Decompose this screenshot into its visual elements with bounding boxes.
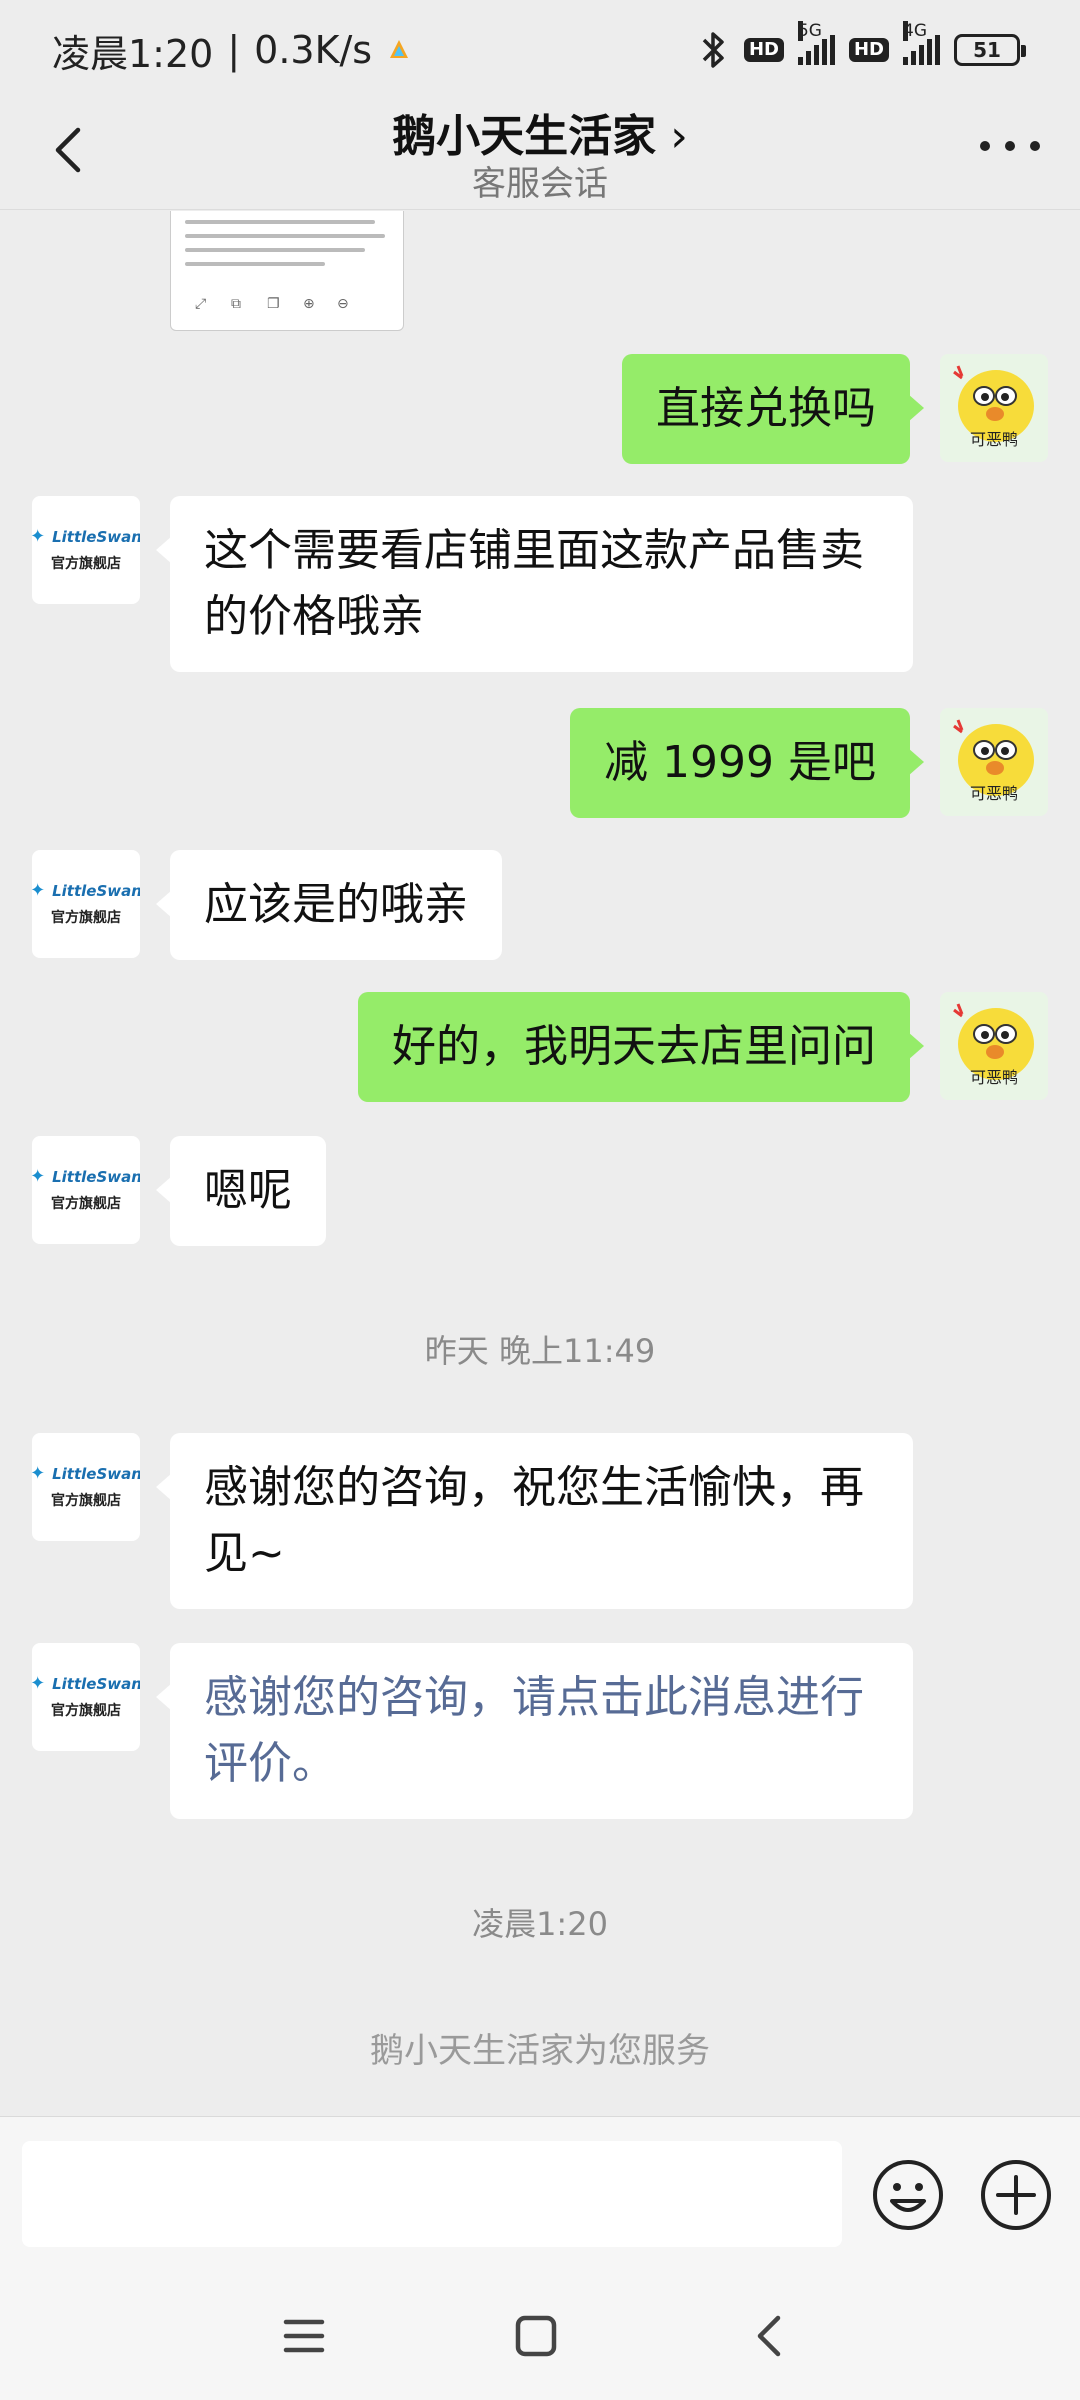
status-speed: 0.3K/s bbox=[254, 28, 373, 72]
shop-avatar[interactable]: ✦ LittleSwan 官方旗舰店 bbox=[32, 850, 140, 958]
zoom-in-icon: ⊕ bbox=[303, 296, 315, 312]
share-icon: ⧉ bbox=[231, 296, 241, 312]
shop-avatar[interactable]: ✦ LittleSwan 官方旗舰店 bbox=[32, 1643, 140, 1751]
message-bubble-outgoing[interactable]: 减 1999 是吧 bbox=[570, 708, 924, 818]
user-avatar[interactable]: 可恶鸭 bbox=[940, 354, 1048, 462]
message-bubble-incoming[interactable]: 这个需要看店铺里面这款产品售卖的价格哦亲 bbox=[156, 496, 913, 672]
hd-badge-1: HD bbox=[743, 38, 784, 62]
status-right: HD 5G HD 4G 51 bbox=[696, 21, 1026, 70]
timestamp-yesterday: 昨天 晚上11:49 bbox=[424, 1332, 656, 1370]
message-bubble-incoming[interactable]: 嗯呢 bbox=[156, 1136, 326, 1246]
zoom-out-icon: ⊖ bbox=[337, 296, 349, 312]
service-note: 鹅小天生活家为您服务 bbox=[370, 2031, 710, 2071]
user-avatar[interactable]: 可恶鸭 bbox=[940, 708, 1048, 816]
shop-label: 官方旗舰店 bbox=[51, 556, 121, 572]
shop-label: 官方旗舰店 bbox=[51, 1703, 121, 1719]
bluetooth-icon bbox=[702, 32, 724, 68]
shop-brand: LittleSwan bbox=[52, 1675, 140, 1693]
expand-icon: ⤢ bbox=[195, 296, 207, 312]
shop-avatar[interactable]: ✦ LittleSwan 官方旗舰店 bbox=[32, 1433, 140, 1541]
swan-logo-icon: ✦ bbox=[32, 1463, 46, 1484]
message-bubble-incoming[interactable]: 应该是的哦亲 bbox=[156, 850, 502, 960]
shop-avatar[interactable]: ✦ LittleSwan 官方旗舰店 bbox=[32, 496, 140, 604]
chat-title-text: 鹅小天生活家 bbox=[392, 111, 657, 162]
net-4g-label: 4G bbox=[903, 21, 927, 41]
shop-brand: LittleSwan bbox=[52, 1168, 140, 1186]
shop-label: 官方旗舰店 bbox=[51, 910, 121, 926]
user-avatar-caption: 可恶鸭 bbox=[969, 784, 1018, 803]
input-bar bbox=[0, 2116, 1080, 2266]
chat-header: 鹅小天生活家 › 客服会话 bbox=[0, 100, 1080, 210]
net-5g-label: 5G bbox=[797, 21, 822, 41]
user-avatar-caption: 可恶鸭 bbox=[969, 1068, 1018, 1087]
home-icon[interactable] bbox=[506, 2306, 566, 2366]
battery-icon: 51 bbox=[954, 34, 1026, 66]
chat-messages[interactable]: ⤢ ⧉ ❐ ⊕ ⊖ 直接兑换吗 可恶鸭 ✦ LittleSwan 官方旗舰店 这个… bbox=[0, 211, 1080, 2116]
plus-circle-icon[interactable] bbox=[978, 2157, 1054, 2233]
swan-logo-icon: ✦ bbox=[32, 526, 46, 547]
message-bubble-outgoing[interactable]: 好的，我明天去店里问问 bbox=[358, 992, 924, 1102]
system-navigation-bar bbox=[0, 2266, 1080, 2400]
status-left: 凌晨1:20 | 0.3K/s bbox=[52, 23, 412, 78]
app-notification-icon bbox=[390, 40, 409, 58]
shop-brand: LittleSwan bbox=[52, 528, 140, 546]
status-separator: | bbox=[227, 28, 241, 72]
swan-logo-icon: ✦ bbox=[32, 1673, 46, 1694]
status-bar: 凌晨1:20 | 0.3K/s HD 5G HD 4G 51 bbox=[0, 0, 1080, 100]
chat-title[interactable]: 鹅小天生活家 › bbox=[0, 100, 1080, 164]
swan-logo-icon: ✦ bbox=[32, 880, 46, 901]
menu-icon[interactable] bbox=[274, 2306, 334, 2366]
user-avatar[interactable]: 可恶鸭 bbox=[940, 992, 1048, 1100]
battery-level: 51 bbox=[973, 38, 1001, 62]
more-dots-icon[interactable] bbox=[980, 126, 1040, 166]
shop-avatar[interactable]: ✦ LittleSwan 官方旗舰店 bbox=[32, 1136, 140, 1244]
shop-brand: LittleSwan bbox=[52, 1465, 140, 1483]
back-nav-icon[interactable] bbox=[740, 2306, 800, 2366]
smiley-icon[interactable] bbox=[870, 2157, 946, 2233]
signal-4g-icon: 4G bbox=[903, 21, 940, 65]
chat-subtitle: 客服会话 bbox=[472, 164, 608, 204]
image-message-thumbnail[interactable]: ⤢ ⧉ ❐ ⊕ ⊖ bbox=[170, 211, 404, 331]
chevron-right-icon: › bbox=[670, 111, 688, 162]
signal-5g-icon: 5G bbox=[797, 21, 835, 65]
message-bubble-outgoing[interactable]: 直接兑换吗 bbox=[622, 354, 924, 464]
user-avatar-caption: 可恶鸭 bbox=[969, 430, 1018, 449]
copy-icon: ❐ bbox=[267, 296, 280, 312]
rating-link-message[interactable]: 感谢您的咨询，请点击此消息进行评价。 bbox=[156, 1643, 913, 1819]
shop-brand: LittleSwan bbox=[52, 882, 140, 900]
timestamp-now: 凌晨1:20 bbox=[472, 1905, 608, 1943]
message-input[interactable] bbox=[22, 2141, 842, 2247]
hd-badge-2: HD bbox=[848, 38, 889, 62]
swan-logo-icon: ✦ bbox=[32, 1166, 46, 1187]
shop-label: 官方旗舰店 bbox=[51, 1196, 121, 1212]
shop-label: 官方旗舰店 bbox=[51, 1493, 121, 1509]
status-time: 凌晨1:20 bbox=[52, 31, 214, 76]
message-bubble-incoming[interactable]: 感谢您的咨询，祝您生活愉快，再见~ bbox=[156, 1433, 913, 1609]
